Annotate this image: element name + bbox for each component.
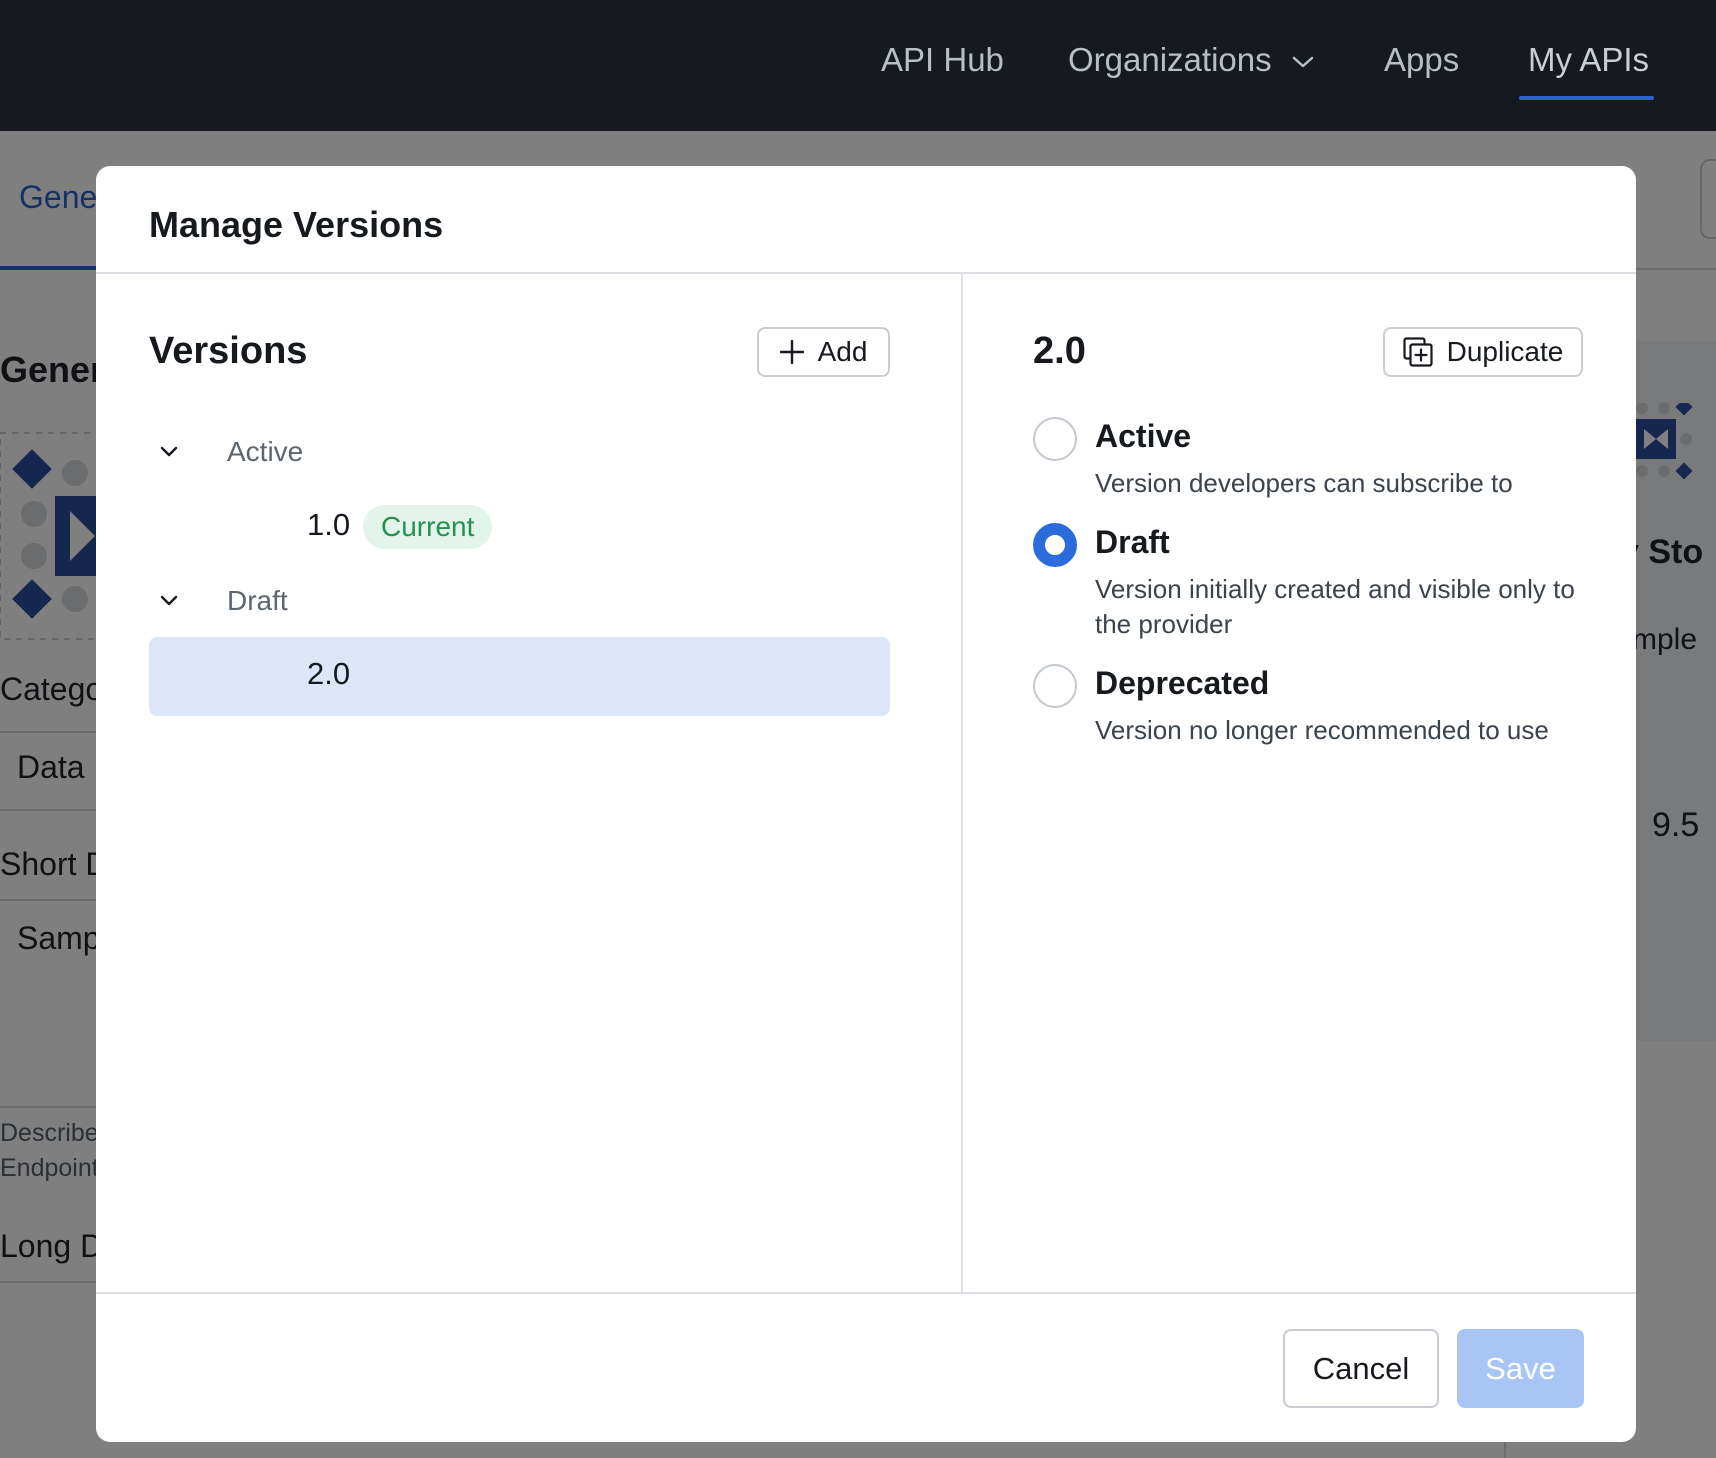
- status-radio-draft[interactable]: [1033, 523, 1077, 567]
- version-item-2-0-label: 2.0: [307, 656, 351, 691]
- add-version-button[interactable]: Add: [757, 327, 890, 377]
- duplicate-icon: [1403, 337, 1433, 367]
- status-radio-deprecated[interactable]: [1033, 664, 1077, 708]
- version-item-1-0[interactable]: 1.0: [307, 507, 350, 543]
- footer-divider: [96, 1292, 1636, 1294]
- panel-divider: [961, 272, 963, 1294]
- duplicate-label: Duplicate: [1446, 336, 1564, 367]
- current-badge: Current: [363, 505, 493, 549]
- header-divider: [96, 272, 1636, 274]
- status-desc-deprecated: Version no longer recommended to use: [1095, 715, 1549, 745]
- plus-icon: [779, 340, 804, 364]
- status-desc-draft: Version initially created and visible on…: [1095, 574, 1575, 639]
- chevron-down-icon: [160, 446, 178, 457]
- status-label-deprecated: Deprecated: [1095, 665, 1270, 701]
- group-label-active: Active: [227, 436, 304, 467]
- add-version-label: Add: [817, 336, 868, 367]
- nav-item-apps[interactable]: Apps: [1384, 38, 1459, 82]
- top-navigation: API Hub Organizations Apps My APIs: [0, 0, 1716, 131]
- nav-item-my-apis[interactable]: My APIs: [1528, 38, 1649, 82]
- status-radio-active[interactable]: [1033, 417, 1077, 461]
- group-toggle-draft[interactable]: Draft: [149, 581, 288, 621]
- selected-version-title: 2.0: [1033, 330, 1086, 372]
- status-label-draft: Draft: [1095, 524, 1170, 560]
- dialog-title: Manage Versions: [149, 204, 444, 245]
- versions-title: Versions: [149, 330, 308, 372]
- cancel-button[interactable]: Cancel: [1283, 1329, 1439, 1408]
- nav-item-organizations[interactable]: Organizations: [1068, 38, 1315, 82]
- nav-active-indicator: [1519, 96, 1654, 100]
- group-toggle-active[interactable]: Active: [149, 432, 303, 472]
- group-label-draft: Draft: [227, 585, 288, 616]
- manage-versions-dialog: Manage Versions Versions Add Active 1.0 …: [96, 166, 1636, 1442]
- version-item-2-0[interactable]: [149, 637, 890, 716]
- chevron-down-icon: [160, 595, 178, 606]
- status-label-active: Active: [1095, 418, 1192, 454]
- duplicate-button[interactable]: Duplicate: [1383, 327, 1583, 377]
- nav-item-organizations-label: Organizations: [1068, 41, 1272, 78]
- chevron-down-icon: [1292, 57, 1314, 68]
- nav-item-api-hub[interactable]: API Hub: [881, 38, 1004, 82]
- save-button[interactable]: Save: [1457, 1329, 1584, 1408]
- status-desc-active: Version developers can subscribe to: [1095, 468, 1513, 498]
